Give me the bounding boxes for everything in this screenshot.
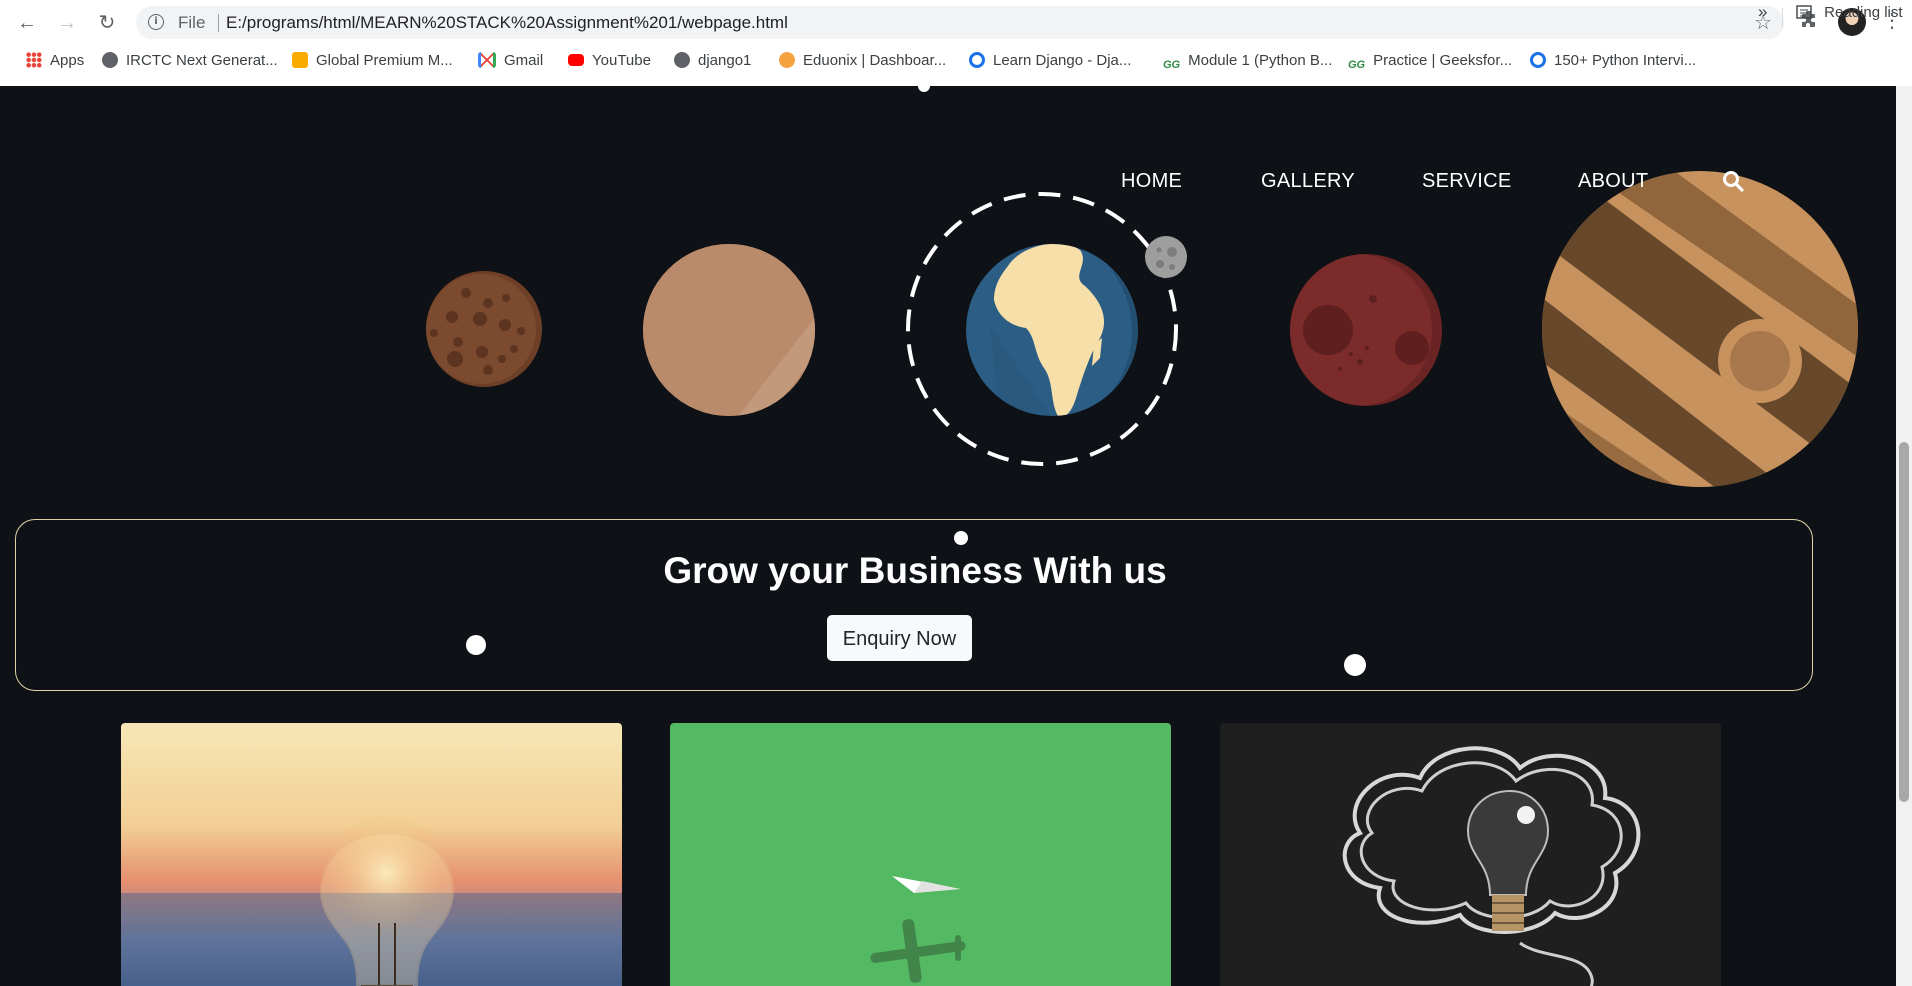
bookmark-item[interactable]: Learn Django - Dja... [969,52,1131,69]
bookmark-label: Gmail [504,52,544,69]
nav-gallery[interactable]: GALLERY [1261,170,1355,193]
apps-grid-icon [26,52,42,68]
bookmark-label: Learn Django - Dja... [993,52,1132,69]
address-separator [218,14,219,32]
paper-plane-image [670,723,1171,986]
bookmark-label: Apps [50,52,85,69]
youtube-icon [568,54,584,66]
bookmark-item[interactable]: GG Module 1 (Python B... [1163,52,1332,75]
bookmark-item[interactable]: IRCTC Next Generat... [102,52,278,69]
address-bar[interactable]: i File E:/programs/html/MEARN%20STACK%20… [136,6,1784,39]
bookmark-label: django1 [698,52,752,69]
reading-list-button[interactable]: Reading list [1796,4,1903,21]
bookmark-label: Global Premium M... [316,52,453,69]
bookmark-label: IRCTC Next Generat... [126,52,278,69]
bookmark-item[interactable]: GG Practice | Geeksfor... [1348,52,1512,75]
reading-list-icon [1796,5,1812,19]
bookmarks-overflow-button[interactable]: » [1758,2,1767,22]
webpage: HOME GALLERY SERVICE ABOUT Grow your Bus… [0,86,1896,986]
geeksforgeeks-icon: GG [1163,59,1181,71]
nav-about[interactable]: ABOUT [1578,170,1648,193]
browser-toolbar: ← → ↻ i File E:/programs/html/MEARN%20ST… [0,0,1912,87]
page-scrollbar[interactable] [1896,86,1912,986]
business-banner [15,519,1813,691]
earth-planet [966,244,1138,416]
banner-title: Grow your Business With us [663,550,1167,591]
geeksforgeeks-icon: GG [1348,59,1366,71]
card-paper-plane[interactable] [670,723,1171,986]
lightbulb-sunset-image [121,723,622,986]
nav-home[interactable]: HOME [1121,170,1182,193]
card-lightbulb-sunset[interactable] [121,723,622,986]
moon [1145,236,1187,278]
bookmark-item[interactable]: YouTube [568,52,651,69]
python-icon [1530,52,1546,68]
bookmark-label: Practice | Geeksfor... [1373,52,1513,69]
venus-planet [643,244,815,416]
django-icon [969,52,985,68]
scheme-label: File [178,13,206,32]
search-icon[interactable] [1722,170,1744,197]
global-premium-icon [292,52,308,68]
bookmark-label: 150+ Python Intervi... [1554,52,1697,69]
bookmark-label: Eduonix | Dashboar... [803,52,947,69]
bookmark-item[interactable]: Eduonix | Dashboar... [779,52,946,69]
bookmark-item[interactable]: django1 [674,52,751,69]
reload-icon[interactable]: ↻ [94,10,120,36]
card-lightbulb-chalkboard[interactable] [1220,723,1721,986]
nav-service[interactable]: SERVICE [1422,170,1512,193]
globe-icon [102,52,118,68]
eduonix-icon [779,52,795,68]
mercury-planet [426,271,542,387]
jupiter-planet [1542,171,1858,487]
gmail-icon [478,52,496,68]
star [918,86,930,92]
bookmark-label: Module 1 (Python B... [1188,52,1333,69]
bookmarks-bar: Apps IRCTC Next Generat... Global Premium … [0,48,1912,78]
bookmark-item[interactable]: Apps [26,52,84,69]
reading-list-label: Reading list [1824,4,1903,21]
globe-icon [674,52,690,68]
lightbulb-chalkboard-image [1220,723,1721,986]
url-text[interactable]: E:/programs/html/MEARN%20STACK%20Assignm… [226,13,788,33]
bookmark-item[interactable]: Gmail [478,52,543,69]
mars-planet [1290,254,1442,406]
bookmark-item[interactable]: Global Premium M... [292,52,453,69]
bookmarks-divider [1782,8,1783,28]
forward-arrow-icon[interactable]: → [54,10,80,36]
info-icon[interactable]: i [148,14,164,30]
bookmark-label: YouTube [592,52,651,69]
enquiry-now-button[interactable]: Enquiry Now [827,615,972,661]
back-arrow-icon[interactable]: ← [14,10,40,36]
scrollbar-thumb[interactable] [1899,442,1909,802]
bookmark-item[interactable]: 150+ Python Intervi... [1530,52,1696,69]
